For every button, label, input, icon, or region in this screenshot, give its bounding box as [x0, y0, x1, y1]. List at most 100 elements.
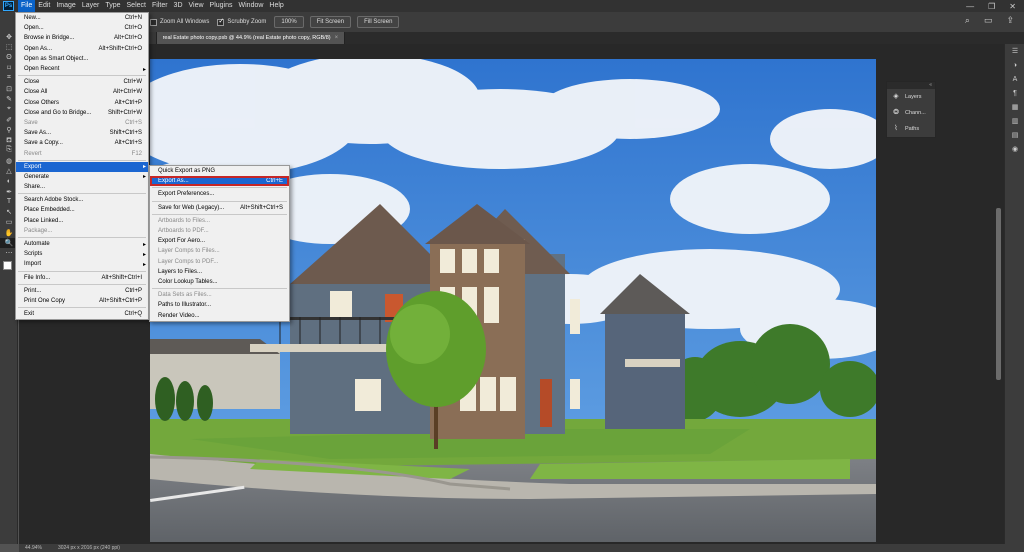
file-menu-item-print[interactable]: Print... Ctrl+P	[16, 286, 148, 296]
scrubby-zoom-option[interactable]: Scrubby Zoom	[217, 17, 267, 26]
menu-item-shortcut: Shift+Ctrl+S	[109, 130, 142, 137]
chann-panel-icon: ❂	[893, 109, 899, 116]
menu-image[interactable]: Image	[53, 0, 78, 12]
menu-filter[interactable]: Filter	[149, 0, 171, 12]
file-menu-item-browse-in-bridge[interactable]: Browse in Bridge... Alt+Ctrl+O	[16, 33, 148, 43]
menu-select[interactable]: Select	[124, 0, 149, 12]
menu-item-shortcut: F12	[131, 150, 142, 157]
file-menu-item-open-as-smart-object[interactable]: Open as Smart Object...	[16, 54, 148, 64]
menu-file[interactable]: File	[18, 0, 36, 12]
file-menu-item-share[interactable]: Share...	[16, 182, 148, 192]
color-icon[interactable]: ◉	[1005, 142, 1024, 156]
file-menu-item-export[interactable]: Export	[16, 161, 148, 172]
menu-type[interactable]: Type	[102, 0, 123, 12]
export-menu-item-layer-comps-to-pdf: Layer Comps to PDF...	[150, 257, 289, 267]
close-icon[interactable]: ✕	[1009, 2, 1016, 11]
menu-item-shortcut: Alt+Shift+Ctrl+P	[99, 297, 142, 304]
menu-item-label: Close and Go to Bridge...	[24, 109, 92, 116]
panel-chann[interactable]: ❂ Chann...	[887, 105, 935, 121]
menu-window[interactable]: Window	[236, 0, 267, 12]
menu-item-label: Quick Export as PNG	[158, 168, 216, 175]
menu-separator	[18, 193, 146, 195]
file-menu-item-import[interactable]: Import	[16, 259, 148, 269]
menu-item-label: Place Embedded...	[24, 207, 75, 214]
menu-item-label: Save As...	[24, 130, 52, 137]
zoom-all-windows-option[interactable]: Zoom All Windows	[150, 18, 209, 26]
file-menu-item-revert: Revert F12	[16, 148, 148, 158]
file-menu-item-automate[interactable]: Automate	[16, 239, 148, 249]
file-menu-item-exit[interactable]: Exit Ctrl+Q	[16, 309, 148, 319]
export-menu-item-quick-export-as-png[interactable]: Quick Export as PNG	[150, 166, 289, 176]
menu-item-label: Exit	[24, 311, 35, 318]
libraries-icon[interactable]: ▤	[1005, 128, 1024, 142]
maximize-icon[interactable]: ❐	[988, 2, 995, 11]
fill-screen-button[interactable]: Fill Screen	[357, 16, 400, 28]
properties-icon[interactable]: ☰	[1005, 44, 1024, 58]
file-menu-item-open[interactable]: Open... Ctrl+O	[16, 23, 148, 33]
file-menu-item-place-linked[interactable]: Place Linked...	[16, 216, 148, 226]
file-menu-item-close-others[interactable]: Close Others Alt+Ctrl+P	[16, 98, 148, 108]
file-menu-item-open-as[interactable]: Open As... Alt+Shift+Ctrl+O	[16, 44, 148, 54]
file-menu-item-open-recent[interactable]: Open Recent	[16, 64, 148, 74]
export-menu-item-layers-to-files[interactable]: Layers to Files...	[150, 267, 289, 277]
panel-layers[interactable]: ◈ Layers	[887, 89, 935, 105]
minimize-icon[interactable]: —	[966, 2, 974, 11]
status-zoom[interactable]: 44.94%	[25, 545, 42, 551]
close-tab-icon[interactable]: ×	[335, 35, 339, 41]
scrubby-zoom-checkbox[interactable]	[217, 17, 225, 26]
share-icon[interactable]: ⇪	[1006, 15, 1014, 26]
export-menu-item-color-lookup-tables[interactable]: Color Lookup Tables...	[150, 277, 289, 287]
file-menu-item-close-and-go-to-bridge[interactable]: Close and Go to Bridge... Shift+Ctrl+W	[16, 108, 148, 118]
vertical-scrollbar[interactable]	[996, 208, 1001, 380]
menu-item-label: Open Recent	[24, 66, 60, 73]
menu-items: File Edit Image Layer Type Select Filter 3D View…	[18, 0, 287, 12]
file-menu-item-search-adobe-stock[interactable]: Search Adobe Stock...	[16, 195, 148, 205]
file-menu-item-generate[interactable]: Generate	[16, 172, 148, 182]
file-menu-item-place-embedded[interactable]: Place Embedded...	[16, 205, 148, 215]
file-menu-item-save-a-copy[interactable]: Save a Copy... Alt+Ctrl+S	[16, 138, 148, 148]
export-menu-item-save-for-web-legacy[interactable]: Save for Web (Legacy)... Alt+Shift+Ctrl+S	[150, 203, 289, 213]
menu-edit[interactable]: Edit	[35, 0, 53, 12]
fit-screen-button[interactable]: Fit Screen	[309, 16, 352, 28]
export-menu-item-export-as[interactable]: Export As... Ctrl+E	[150, 176, 289, 187]
type-icon[interactable]: A	[1005, 72, 1024, 86]
file-menu-item-close-all[interactable]: Close All Alt+Ctrl+W	[16, 87, 148, 97]
menu-item-shortcut: Alt+Shift+Ctrl+S	[240, 204, 283, 211]
gradients-icon[interactable]: ▥	[1005, 114, 1024, 128]
export-menu-item-export-preferences[interactable]: Export Preferences...	[150, 189, 289, 199]
file-menu-item-new[interactable]: New... Ctrl+N	[16, 13, 148, 23]
menu-item-label: Share...	[24, 184, 46, 191]
swatches-icon[interactable]: ▦	[1005, 100, 1024, 114]
menu-3d[interactable]: 3D	[171, 0, 186, 12]
document-tab[interactable]: real Estate photo copy.psb @ 44.9% (real…	[156, 32, 346, 44]
menu-plugins[interactable]: Plugins	[207, 0, 236, 12]
menu-item-label: Save a Copy...	[24, 140, 63, 147]
adjustments-icon[interactable]: ◑	[1005, 58, 1024, 72]
file-menu-item-file-info[interactable]: File Info... Alt+Shift+Ctrl+I	[16, 273, 148, 283]
foreground-color-swatch[interactable]	[3, 260, 12, 270]
file-menu-item-save-as[interactable]: Save As... Shift+Ctrl+S	[16, 128, 148, 138]
menu-separator	[18, 159, 146, 161]
menu-help[interactable]: Help	[266, 0, 286, 12]
search-icon[interactable]: ⌕	[965, 15, 970, 26]
workspace-icon[interactable]: ▭	[984, 15, 993, 26]
paragraph-icon[interactable]: ¶	[1005, 86, 1024, 100]
menu-separator	[18, 307, 146, 309]
export-menu-item-render-video[interactable]: Render Video...	[150, 310, 289, 320]
export-menu-item-paths-to-illustrator[interactable]: Paths to Illustrator...	[150, 300, 289, 310]
file-menu-item-print-one-copy[interactable]: Print One Copy Alt+Shift+Ctrl+P	[16, 296, 148, 306]
zoom-all-windows-checkbox[interactable]	[150, 18, 157, 26]
document-tabs: ... @ 197% (real Estate photo copy, RGB/…	[26, 32, 1024, 44]
panels-collapse-button[interactable]: «	[887, 82, 935, 89]
menu-view[interactable]: View	[186, 0, 207, 12]
scrubby-zoom-label: Scrubby Zoom	[227, 19, 267, 25]
file-menu-item-scripts[interactable]: Scripts	[16, 249, 148, 259]
window-controls: — ❐ ✕	[966, 2, 1016, 11]
menu-layer[interactable]: Layer	[79, 0, 103, 12]
file-menu-item-close[interactable]: Close Ctrl+W	[16, 77, 148, 87]
zoom-100-button[interactable]: 100%	[274, 16, 304, 28]
panel-label: Layers	[905, 94, 922, 100]
export-menu-item-export-for-aero[interactable]: Export For Aero...	[150, 236, 289, 246]
panel-paths[interactable]: ⌇ Paths	[887, 121, 935, 137]
menu-item-label: Print...	[24, 287, 42, 294]
